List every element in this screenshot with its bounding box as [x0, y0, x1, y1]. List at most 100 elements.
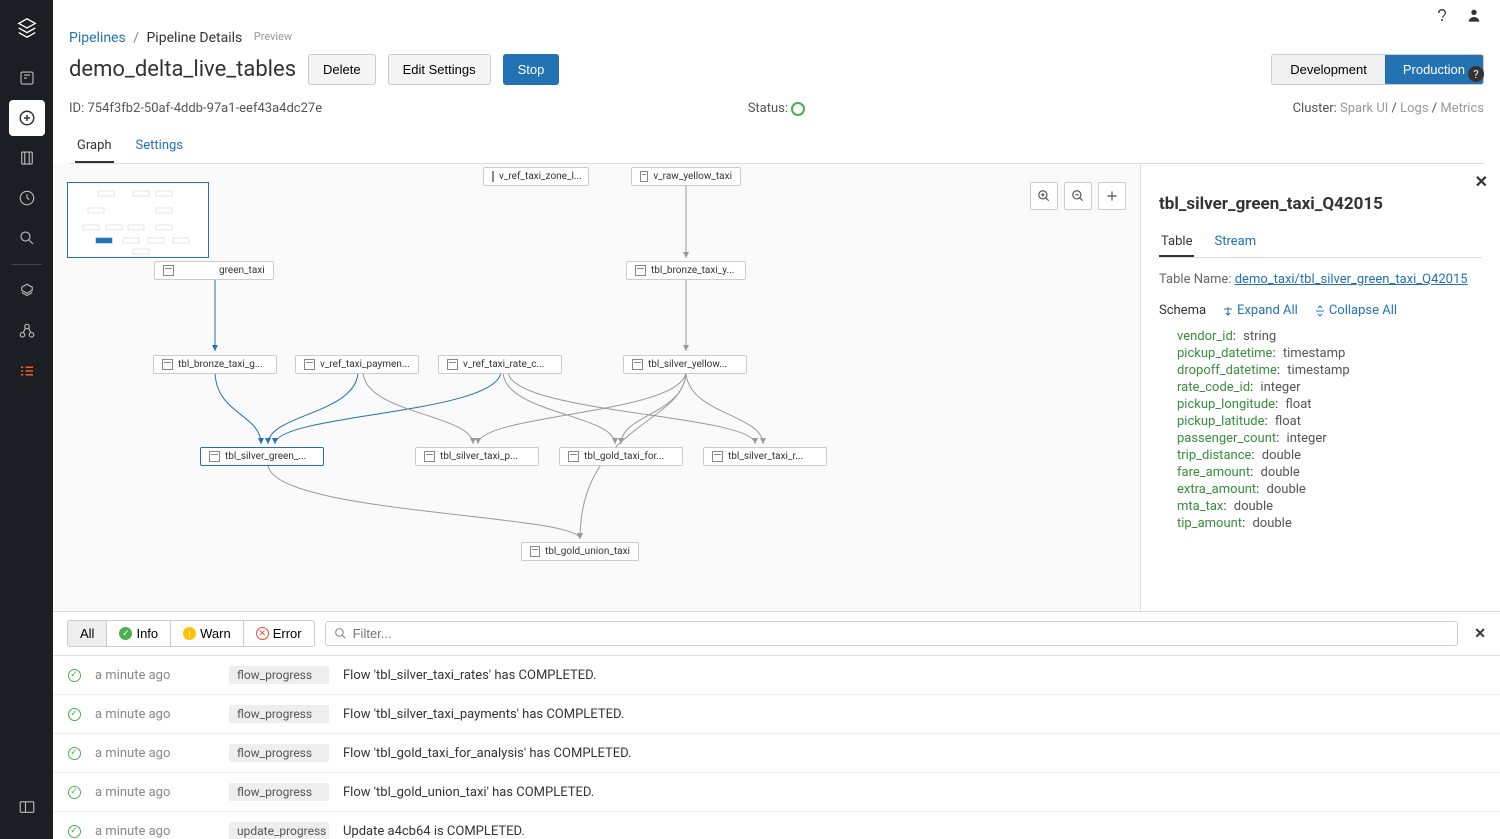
- schema-field[interactable]: tip_amount: double: [1177, 515, 1482, 532]
- schema-field[interactable]: pickup_latitude: float: [1177, 413, 1482, 430]
- zoom-in-button[interactable]: [1030, 182, 1058, 210]
- log-time: a minute ago: [95, 824, 215, 839]
- table-icon: [492, 171, 494, 182]
- collapse-all-button[interactable]: Collapse All: [1314, 303, 1397, 318]
- sidebar-nav-create[interactable]: [9, 100, 45, 136]
- help-icon[interactable]: [1434, 7, 1452, 25]
- table-icon: [163, 265, 174, 276]
- log-status-icon: ✓: [67, 746, 81, 760]
- sidebar-nav-recents[interactable]: [9, 180, 45, 216]
- schema-field[interactable]: mta_tax: double: [1177, 498, 1482, 515]
- table-name-label: Table Name:: [1159, 272, 1231, 287]
- graph-node[interactable]: v_ref_taxi_rate_c...: [438, 355, 562, 374]
- table-icon: [640, 171, 648, 182]
- graph-node-selected[interactable]: tbl_silver_green_...: [200, 447, 324, 466]
- schema-field[interactable]: pickup_datetime: timestamp: [1177, 345, 1482, 362]
- graph-node[interactable]: v_ref_taxi_paymen...: [295, 355, 419, 374]
- table-name-link[interactable]: demo_taxi/tbl_silver_green_taxi_Q42015: [1235, 272, 1468, 287]
- sidebar-nav-search[interactable]: [9, 220, 45, 256]
- tab-table[interactable]: Table: [1159, 228, 1194, 257]
- zoom-out-button[interactable]: [1064, 182, 1092, 210]
- schema-field[interactable]: pickup_longitude: float: [1177, 396, 1482, 413]
- table-icon: [162, 359, 173, 370]
- graph-node[interactable]: tbl_gold_union_taxi: [521, 542, 639, 561]
- graph-node[interactable]: tbl_bronze_taxi_y...: [626, 261, 746, 280]
- log-filter-input[interactable]: [353, 626, 1450, 641]
- schema-field[interactable]: fare_amount: double: [1177, 464, 1482, 481]
- graph-node[interactable]: tbl_bronze_taxi_g...: [153, 355, 277, 374]
- table-icon: [530, 546, 540, 557]
- details-panel: ✕ tbl_silver_green_taxi_Q42015 Table Str…: [1140, 164, 1500, 611]
- filter-all[interactable]: All: [68, 621, 107, 646]
- spark-ui-link[interactable]: Spark UI: [1340, 101, 1388, 116]
- log-time: a minute ago: [95, 746, 215, 761]
- graph-node[interactable]: tbl_silver_taxi_r...: [703, 447, 827, 466]
- log-time: a minute ago: [95, 668, 215, 683]
- log-row[interactable]: ✓a minute agoflow_progressFlow 'tbl_gold…: [53, 773, 1500, 812]
- log-close-icon[interactable]: ✕: [1474, 626, 1486, 642]
- logs-link[interactable]: Logs: [1400, 101, 1428, 116]
- tab-graph[interactable]: Graph: [75, 130, 114, 163]
- tab-settings[interactable]: Settings: [134, 130, 185, 163]
- graph-node[interactable]: tbl_silver_taxi_p...: [415, 447, 539, 466]
- sidebar-nav-data[interactable]: [9, 273, 45, 309]
- details-title: tbl_silver_green_taxi_Q42015: [1159, 194, 1482, 214]
- schema-field[interactable]: extra_amount: double: [1177, 481, 1482, 498]
- filter-error[interactable]: ✕Error: [244, 621, 314, 646]
- log-message: Flow 'tbl_silver_taxi_rates' has COMPLET…: [343, 668, 1486, 683]
- graph-node[interactable]: green_taxi: [154, 261, 274, 280]
- table-icon: [424, 451, 435, 462]
- user-icon[interactable]: [1466, 7, 1484, 25]
- topbar: [53, 0, 1500, 28]
- status-label: Status:: [748, 101, 788, 116]
- log-row[interactable]: ✓a minute agoflow_progressFlow 'tbl_gold…: [53, 734, 1500, 773]
- id-label: ID:: [69, 101, 84, 116]
- status-running-icon: [791, 102, 805, 116]
- log-tag: flow_progress: [229, 705, 329, 723]
- close-icon[interactable]: ✕: [1475, 172, 1488, 191]
- sidebar-nav-jobs[interactable]: [9, 353, 45, 389]
- schema-field[interactable]: dropoff_datetime: timestamp: [1177, 362, 1482, 379]
- filter-info[interactable]: ✓Info: [107, 621, 171, 646]
- development-toggle[interactable]: Development: [1272, 55, 1385, 84]
- breadcrumb-root-link[interactable]: Pipelines: [69, 30, 126, 46]
- logo-icon[interactable]: [9, 10, 45, 46]
- log-row[interactable]: ✓a minute agoupdate_progressUpdate a4cb6…: [53, 812, 1500, 839]
- edit-settings-button[interactable]: Edit Settings: [388, 54, 491, 85]
- metrics-link[interactable]: Metrics: [1440, 101, 1484, 116]
- preview-badge: Preview: [254, 30, 292, 43]
- graph-node[interactable]: tbl_silver_yellow...: [623, 355, 747, 374]
- log-message: Flow 'tbl_gold_union_taxi' has COMPLETED…: [343, 785, 1486, 800]
- filter-warn[interactable]: !Warn: [171, 621, 244, 646]
- table-icon: [209, 451, 220, 462]
- fit-button[interactable]: [1098, 182, 1126, 210]
- graph-node[interactable]: v_ref_taxi_zone_l...: [483, 167, 589, 186]
- mode-toggle: Development Production: [1271, 54, 1484, 85]
- graph-node[interactable]: v_raw_yellow_taxi: [631, 167, 741, 186]
- expand-all-button[interactable]: Expand All: [1222, 303, 1298, 318]
- graph-node[interactable]: tbl_gold_taxi_for...: [559, 447, 683, 466]
- tab-stream[interactable]: Stream: [1212, 228, 1258, 257]
- schema-field[interactable]: rate_code_id: integer: [1177, 379, 1482, 396]
- sidebar-nav-1[interactable]: [9, 60, 45, 96]
- breadcrumb: Pipelines / Pipeline Details Preview: [69, 28, 1484, 48]
- schema-field[interactable]: vendor_id: string: [1177, 328, 1482, 345]
- sidebar-toggle[interactable]: [9, 789, 45, 825]
- schema-label: Schema: [1159, 303, 1206, 318]
- delete-button[interactable]: Delete: [308, 54, 376, 85]
- log-search[interactable]: [325, 621, 1459, 646]
- mode-help-icon[interactable]: ?: [1468, 66, 1484, 82]
- log-tag: flow_progress: [229, 666, 329, 684]
- schema-field[interactable]: passenger_count: integer: [1177, 430, 1482, 447]
- log-status-icon: ✓: [67, 707, 81, 721]
- stop-button[interactable]: Stop: [503, 54, 560, 85]
- log-row[interactable]: ✓a minute agoflow_progressFlow 'tbl_silv…: [53, 695, 1500, 734]
- sidebar-nav-compute[interactable]: [9, 313, 45, 349]
- log-row[interactable]: ✓a minute agoflow_progressFlow 'tbl_silv…: [53, 656, 1500, 695]
- log-status-icon: ✓: [67, 824, 81, 838]
- graph-canvas[interactable]: v_ref_taxi_zone_l... v_raw_yellow_taxi g…: [53, 164, 1140, 611]
- minimap[interactable]: [67, 182, 209, 258]
- schema-field[interactable]: trip_distance: double: [1177, 447, 1482, 464]
- sidebar-nav-2[interactable]: [9, 140, 45, 176]
- log-message: Update a4cb64 is COMPLETED.: [343, 824, 1486, 839]
